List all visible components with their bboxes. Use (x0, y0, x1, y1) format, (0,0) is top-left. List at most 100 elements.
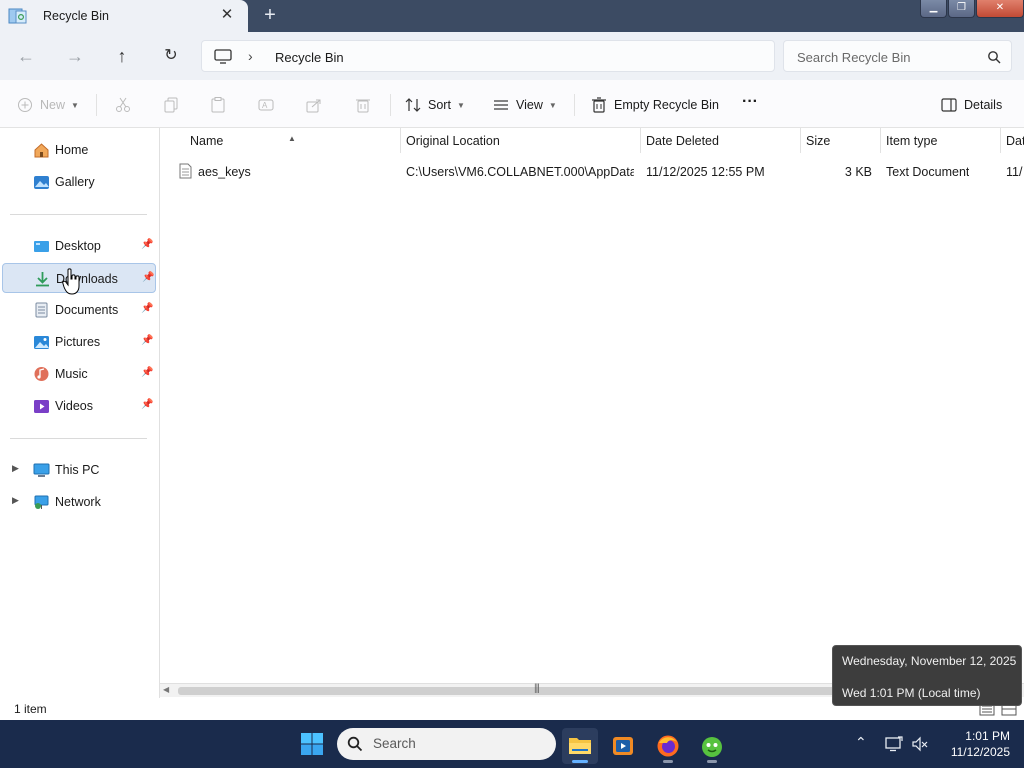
svg-text:A: A (262, 101, 268, 110)
clock-tooltip: Wednesday, November 12, 2025 Wed 1:01 PM… (832, 645, 1022, 706)
restore-button[interactable]: ❐ (948, 0, 975, 18)
taskbar-search-label: Search (373, 736, 416, 751)
forward-button[interactable]: → (63, 44, 87, 68)
pin-icon[interactable]: 📌 (142, 272, 154, 283)
pin-icon[interactable]: 📌 (141, 239, 153, 250)
sidebar-item-home[interactable]: Home (2, 135, 156, 165)
empty-recycle-bin-button[interactable]: Empty Recycle Bin (591, 96, 719, 114)
up-button[interactable]: ↑ (110, 44, 134, 68)
details-label: Details (964, 98, 1003, 112)
sidebar-divider (10, 214, 147, 215)
remote-desktop-icon[interactable] (885, 736, 903, 752)
navigation-bar: ← → ↑ ↻ › Recycle Bin (0, 32, 1024, 80)
monitor-icon (214, 49, 232, 64)
sidebar-item-label: Home (55, 143, 89, 157)
pictures-icon (34, 336, 49, 349)
view-icon (494, 100, 508, 110)
app-taskbar-button[interactable] (694, 728, 730, 764)
tooltip-date: Wednesday, November 12, 2025 (842, 654, 1017, 668)
scrollbar-thumb[interactable] (178, 687, 858, 695)
sidebar-item-videos[interactable]: Videos 📌 (2, 391, 156, 421)
sidebar-item-pictures[interactable]: Pictures 📌 (2, 327, 156, 357)
chevron-right-icon[interactable]: ▶ (12, 495, 19, 506)
pin-icon[interactable]: 📌 (141, 335, 153, 346)
minimize-button[interactable]: ▁ (920, 0, 947, 18)
share-icon (306, 99, 321, 113)
address-bar[interactable]: › Recycle Bin (201, 40, 775, 72)
new-label: New (40, 98, 66, 112)
delete-button[interactable] (355, 96, 378, 114)
column-header-original-location[interactable]: Original Location (401, 128, 641, 153)
sidebar-item-label: Music (55, 367, 88, 381)
running-indicator (572, 760, 588, 763)
column-header-size[interactable]: Size (801, 128, 881, 153)
taskbar-clock[interactable]: 1:01 PM 11/12/2025 (936, 728, 1010, 760)
column-header-name[interactable]: Name ▲ (160, 128, 401, 153)
separator (390, 94, 391, 116)
share-button[interactable] (306, 96, 329, 114)
column-label: Item type (886, 134, 938, 148)
scroll-left-icon[interactable]: ◀ (163, 685, 169, 694)
refresh-button[interactable]: ↻ (159, 44, 183, 68)
taskbar-search[interactable]: Search (337, 728, 556, 760)
details-pane-icon (941, 98, 957, 112)
pin-icon[interactable]: 📌 (141, 399, 153, 410)
chevron-up-icon[interactable]: ⌃ (855, 734, 867, 751)
running-indicator (663, 760, 673, 763)
copy-button[interactable] (163, 96, 186, 114)
details-pane-button[interactable]: Details (941, 96, 1002, 114)
column-label: Original Location (406, 134, 500, 148)
green-app-icon (702, 737, 722, 757)
sort-label: Sort (428, 98, 451, 112)
sidebar-item-desktop[interactable]: Desktop 📌 (2, 231, 156, 261)
windows-start-icon[interactable] (300, 732, 324, 756)
command-bar: New ▼ A Sort ▼ View ▼ Empty Recycle Bin … (0, 80, 1024, 128)
sidebar-item-music[interactable]: Music 📌 (2, 359, 156, 389)
new-tab-button[interactable]: + (260, 5, 280, 25)
gallery-icon (34, 176, 49, 189)
sidebar-item-gallery[interactable]: Gallery (2, 167, 156, 197)
pin-icon[interactable]: 📌 (141, 367, 153, 378)
chevron-right-icon[interactable]: ▶ (12, 463, 19, 474)
column-header-date-modified[interactable]: Dat (1001, 128, 1024, 153)
sidebar-item-network[interactable]: ▶ Network (2, 487, 156, 517)
text-file-icon (179, 163, 192, 179)
search-input[interactable] (797, 48, 977, 66)
file-explorer-taskbar-button[interactable] (562, 728, 598, 764)
volume-muted-icon[interactable] (911, 736, 929, 752)
column-header-date-deleted[interactable]: Date Deleted (641, 128, 801, 153)
back-button[interactable]: ← (14, 44, 38, 68)
tab-recycle-bin[interactable]: Recycle Bin ✕ (0, 0, 248, 32)
clock-time: 1:01 PM (965, 729, 1010, 743)
firefox-taskbar-button[interactable] (650, 728, 686, 764)
sidebar-item-documents[interactable]: Documents 📌 (2, 295, 156, 325)
table-row[interactable]: aes_keys C:\Users\VM6.COLLABNET.000\AppD… (160, 158, 1024, 184)
sidebar-item-label: Network (55, 495, 101, 509)
media-player-taskbar-button[interactable] (605, 728, 641, 764)
new-button[interactable]: New ▼ (17, 96, 79, 114)
breadcrumb[interactable]: Recycle Bin (275, 50, 344, 65)
sort-button[interactable]: Sort ▼ (405, 96, 465, 114)
sidebar-item-label: Videos (55, 399, 93, 413)
separator (574, 94, 575, 116)
tab-close-icon[interactable]: ✕ (218, 6, 236, 24)
rename-icon: A (258, 99, 274, 111)
close-window-button[interactable]: ✕ (976, 0, 1024, 18)
view-button[interactable]: View ▼ (493, 96, 557, 114)
sidebar-item-label: Pictures (55, 335, 101, 349)
file-list: Name ▲ Original Location Date Deleted Si… (160, 128, 1024, 698)
sidebar-item-this-pc[interactable]: ▶ This PC (2, 455, 156, 485)
cut-button[interactable] (115, 96, 138, 114)
firefox-icon (657, 735, 679, 757)
this-pc-icon (33, 463, 50, 477)
search-icon[interactable] (987, 50, 1001, 64)
rename-button[interactable]: A (258, 96, 281, 114)
more-options-button[interactable]: ··· (742, 93, 758, 111)
column-header-item-type[interactable]: Item type (881, 128, 1001, 153)
sidebar-divider (10, 438, 147, 439)
search-box[interactable] (783, 40, 1012, 72)
trash-icon (356, 99, 370, 113)
trash-icon (592, 97, 606, 113)
pin-icon[interactable]: 📌 (141, 303, 153, 314)
paste-button[interactable] (210, 96, 233, 114)
